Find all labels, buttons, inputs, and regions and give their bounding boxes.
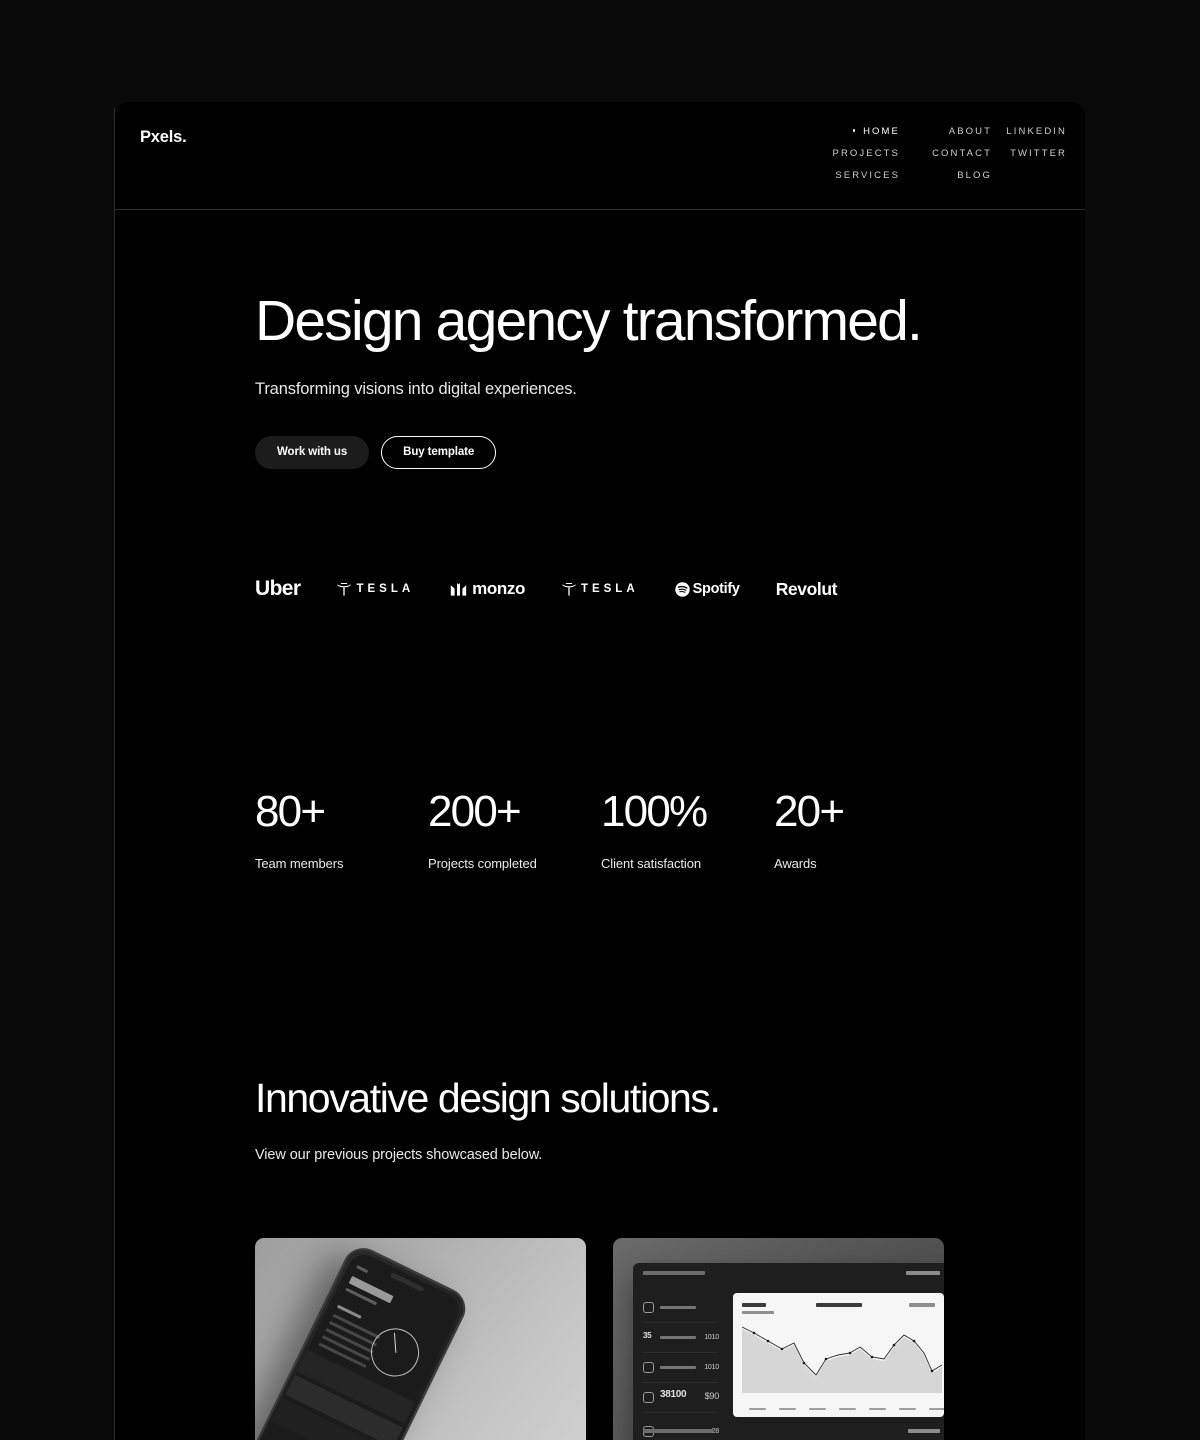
dashboard-section-meta xyxy=(908,1429,940,1433)
chart-card-subtitle xyxy=(742,1311,774,1314)
nav-item-linkedin[interactable]: LINKEDIN xyxy=(992,126,1067,138)
site-header: Pxels. HOME PROJECTS SERVICES ABOUT CONT… xyxy=(115,102,1085,210)
phone-notch xyxy=(389,1271,425,1293)
client-logo-strip: Uber TESLA monzo TESLA Spotify Revolut xyxy=(255,574,955,604)
stat-value: 200+ xyxy=(428,787,522,836)
sidebar-metric-icon xyxy=(643,1362,654,1373)
sidebar-metric-value: 35 xyxy=(643,1331,652,1340)
hero-action-buttons: Work with us Buy template xyxy=(255,435,955,469)
nav-item-home[interactable]: HOME xyxy=(775,126,900,138)
spotify-mark-icon xyxy=(674,581,690,597)
tesla-wordmark: TESLA xyxy=(356,583,415,595)
monzo-mark-icon xyxy=(450,582,467,596)
chart-x-tick xyxy=(749,1407,766,1410)
stat-label: Team members xyxy=(255,856,344,871)
sidebar-metric-icon xyxy=(643,1392,654,1403)
tesla-wordmark-2: TESLA xyxy=(580,583,639,595)
stat-label: Awards xyxy=(774,856,817,871)
dashboard-sidebar-row: 38100 $90 xyxy=(643,1383,720,1413)
chart-x-tick xyxy=(839,1407,856,1410)
nav-item-home-label: HOME xyxy=(863,126,900,137)
dashboard-topbar-title xyxy=(643,1271,705,1275)
chart-card-meta xyxy=(909,1303,935,1307)
revolut-logo-icon: Revolut xyxy=(775,578,838,599)
chart-x-tick xyxy=(779,1407,796,1410)
nav-column-social: LINKEDIN TWITTER xyxy=(992,126,1067,182)
sidebar-metric-amount: $90 xyxy=(704,1391,720,1401)
nav-item-services[interactable]: SERVICES xyxy=(775,170,900,182)
work-with-us-button[interactable]: Work with us xyxy=(255,435,370,469)
dashboard-mockup: 35 1010 1010 38100 $90 28 xyxy=(633,1263,944,1440)
nav-item-about[interactable]: ABOUT xyxy=(900,126,992,138)
main-navigation: HOME PROJECTS SERVICES ABOUT CONTACT BLO… xyxy=(775,126,1067,182)
active-dot-icon xyxy=(852,129,856,132)
spotify-wordmark: Spotify xyxy=(692,581,740,597)
nav-item-twitter[interactable]: TWITTER xyxy=(992,148,1067,160)
tesla-logo-icon-2: TESLA xyxy=(561,582,639,597)
nav-item-contact[interactable]: CONTACT xyxy=(900,148,992,160)
tesla-mark-icon-2 xyxy=(561,582,576,596)
phone-dial-gauge-icon xyxy=(362,1320,428,1385)
stats-row: 80+ Team members 200+ Projects completed… xyxy=(255,787,975,872)
tesla-mark-icon xyxy=(337,582,352,596)
hero-section: Design agency transformed. Transforming … xyxy=(255,289,955,469)
project-card-mobile-app[interactable] xyxy=(255,1238,586,1440)
buy-template-button[interactable]: Buy template xyxy=(381,435,497,469)
uber-logo-icon: Uber xyxy=(255,577,301,600)
sidebar-metric-label xyxy=(660,1366,696,1369)
brand-logo[interactable]: Pxels. xyxy=(140,128,187,147)
dashboard-topbar xyxy=(633,1263,944,1285)
dashboard-topbar-meta xyxy=(906,1271,940,1275)
hero-title: Design agency transformed. xyxy=(255,289,923,353)
stat-value: 100% xyxy=(601,787,708,836)
nav-column-secondary: ABOUT CONTACT BLOG xyxy=(900,126,992,182)
stat-projects-completed: 200+ Projects completed xyxy=(428,787,601,872)
sidebar-metric-label xyxy=(660,1336,696,1339)
monzo-wordmark: monzo xyxy=(472,579,525,598)
chart-x-tick xyxy=(899,1407,916,1410)
projects-section-header: Innovative design solutions. View our pr… xyxy=(255,1075,975,1164)
nav-column-primary: HOME PROJECTS SERVICES xyxy=(775,126,900,182)
dashboard-sidebar-row xyxy=(643,1293,717,1323)
tesla-logo-icon: TESLA xyxy=(336,582,414,597)
project-card-grid: 35 1010 1010 38100 $90 28 xyxy=(255,1238,944,1440)
phone-mockup xyxy=(255,1241,473,1440)
page-container: Pxels. HOME PROJECTS SERVICES ABOUT CONT… xyxy=(115,102,1085,1440)
dashboard-sidebar: 35 1010 1010 38100 $90 28 xyxy=(633,1285,725,1440)
phone-screen xyxy=(255,1249,465,1440)
dashboard-sidebar-row: 35 1010 xyxy=(643,1323,719,1353)
chart-card-heading xyxy=(815,1303,862,1307)
chart-x-tick xyxy=(869,1407,886,1410)
dashboard-section-title xyxy=(643,1429,713,1433)
sidebar-metric-label xyxy=(660,1306,696,1309)
phone-status-text xyxy=(356,1265,369,1274)
chart-x-tick xyxy=(809,1407,826,1410)
projects-subtitle: View our previous projects showcased bel… xyxy=(255,1147,543,1164)
stat-label: Client satisfaction xyxy=(601,856,701,871)
project-card-dashboard[interactable]: 35 1010 1010 38100 $90 28 xyxy=(613,1238,944,1440)
hero-subtitle: Transforming visions into digital experi… xyxy=(255,379,577,398)
sidebar-metric-amount: 1010 xyxy=(704,1364,719,1371)
dashboard-sidebar-row: 1010 xyxy=(643,1353,719,1383)
stat-value: 20+ xyxy=(774,787,845,836)
stat-team-members: 80+ Team members xyxy=(255,787,428,872)
sidebar-metric-amount: 1010 xyxy=(704,1334,719,1341)
chart-x-tick xyxy=(929,1407,944,1410)
projects-title: Innovative design solutions. xyxy=(255,1075,721,1121)
stat-awards: 20+ Awards xyxy=(774,787,947,872)
monzo-logo-icon: monzo xyxy=(450,579,525,599)
stat-label: Projects completed xyxy=(428,856,537,871)
phone-dial-hand xyxy=(393,1332,397,1353)
sidebar-metric-icon xyxy=(643,1302,654,1313)
stat-client-satisfaction: 100% Client satisfaction xyxy=(601,787,774,872)
spotify-logo-icon: Spotify xyxy=(674,581,740,597)
chart-card-title xyxy=(742,1303,766,1307)
dashboard-area-line-chart xyxy=(742,1326,942,1393)
nav-item-blog[interactable]: BLOG xyxy=(900,170,992,182)
nav-item-projects[interactable]: PROJECTS xyxy=(775,148,900,160)
sidebar-metric-value: 38100 xyxy=(660,1389,687,1400)
stat-value: 80+ xyxy=(255,787,326,836)
dashboard-chart-card xyxy=(733,1293,944,1417)
